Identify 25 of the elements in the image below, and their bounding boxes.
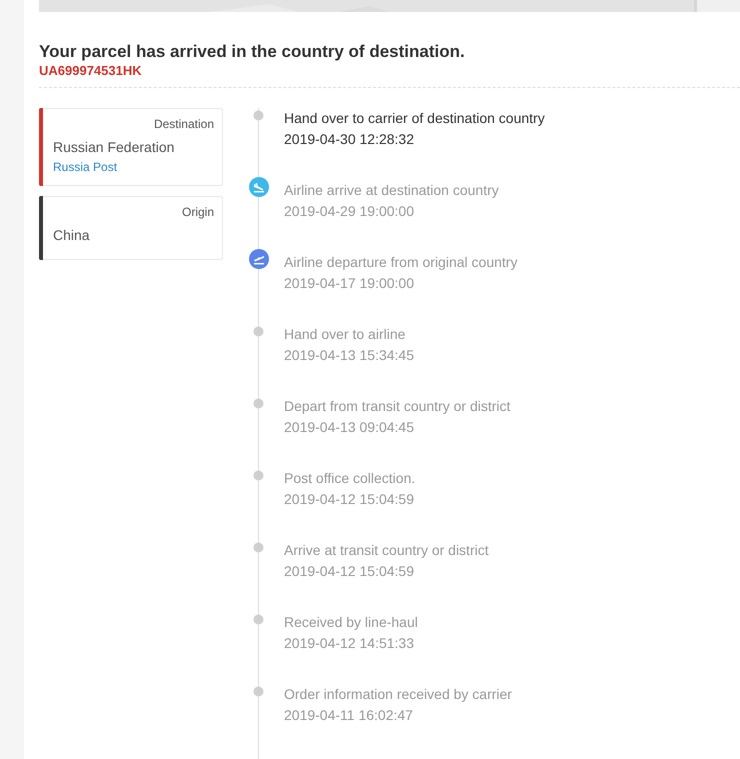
card-label: Destination [152,116,214,132]
country-name: China [53,226,91,245]
event-time: 2019-04-11 16:02:47 [284,706,414,725]
event-text: Airline departure from original country [284,253,518,272]
event-text: Hand over to airline [284,325,406,344]
event-time: 2019-04-30 12:28:32 [284,130,415,149]
card-label: Origin [180,204,214,220]
country-name: Russian Federation [53,138,176,157]
event-text: Received by line-haul [284,613,419,632]
event-time: 2019-04-12 15:04:59 [284,490,415,509]
event-text: Arrive at transit country or district [284,541,490,560]
event-text: Airline arrive at destination country [284,181,500,200]
status-title: Your parcel has arrived in the country of destination. [39,41,466,63]
event-text: Post office collection. [284,469,416,488]
event-text: Hand over to carrier of destination country [284,109,546,128]
event-time: 2019-04-29 19:00:00 [284,202,415,221]
event-time: 2019-04-17 19:00:00 [284,274,415,293]
event-text: Order information received by carrier [284,685,513,704]
event-text: Depart from transit country or district [284,397,512,416]
event-time: 2019-04-12 14:51:33 [284,634,415,653]
tracking-number: UA699974531HK [39,63,143,79]
event-time: 2019-04-13 15:34:45 [284,346,415,365]
event-time: 2019-04-13 09:04:45 [284,418,415,437]
event-time: 2019-04-12 15:04:59 [284,562,415,581]
carrier-link[interactable]: Russia Post [53,159,118,175]
